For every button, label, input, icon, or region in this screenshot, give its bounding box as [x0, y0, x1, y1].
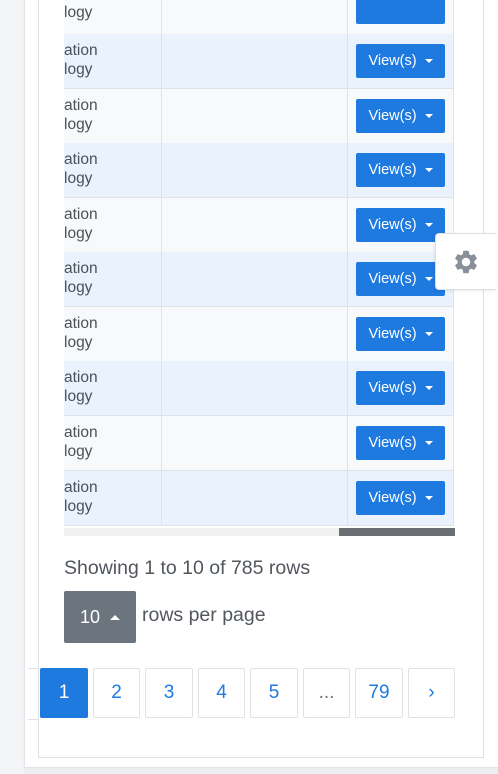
- page-2-button[interactable]: 2: [93, 668, 140, 718]
- cell-text-line: ation: [64, 424, 98, 441]
- caret-down-icon: [424, 277, 433, 281]
- views-dropdown-button[interactable]: View(s): [356, 44, 445, 78]
- views-dropdown-button[interactable]: View(s): [356, 99, 445, 133]
- caret-up-icon: [110, 614, 121, 620]
- view-button-label: View(s): [368, 162, 417, 178]
- horizontal-scrollbar-thumb[interactable]: [339, 528, 455, 536]
- cell-text-line: ation: [64, 479, 98, 496]
- pagination-summary: Showing 1 to 10 of 785 rows: [64, 557, 311, 579]
- category-cell: ation logy: [64, 479, 161, 519]
- gear-icon: [455, 250, 477, 273]
- category-cell: ation logy: [64, 424, 161, 464]
- views-dropdown-button[interactable]: View(s): [356, 262, 445, 296]
- settings-toggle[interactable]: [435, 233, 496, 290]
- view-button-label: View(s): [368, 380, 417, 396]
- view-button-label: View(s): [368, 326, 417, 342]
- category-cell: ation logy: [64, 206, 161, 246]
- views-dropdown-button-partial[interactable]: [356, 0, 445, 24]
- caret-down-icon: [424, 441, 433, 445]
- table-row: ation logy View(s): [64, 198, 454, 253]
- caret-down-icon: [424, 332, 433, 336]
- page-size-dropdown[interactable]: 10: [64, 591, 136, 643]
- cell-text-line: ation: [64, 206, 98, 223]
- table-row: ation logy View(s): [64, 361, 454, 416]
- views-dropdown-button[interactable]: View(s): [356, 153, 445, 187]
- cell-text-line: ation: [64, 369, 98, 386]
- category-cell: ation logy: [64, 151, 161, 191]
- cell-text-line: logy: [64, 278, 93, 296]
- page-previous-partial[interactable]: [28, 668, 39, 720]
- page-4-button[interactable]: 4: [198, 668, 245, 718]
- caret-down-icon: [424, 223, 433, 227]
- category-cell: ation logy: [64, 42, 161, 82]
- views-dropdown-button[interactable]: View(s): [356, 481, 445, 515]
- table-row: ation logy View(s): [64, 307, 454, 362]
- page-ellipsis: ...: [303, 668, 350, 718]
- views-dropdown-button[interactable]: View(s): [356, 208, 445, 242]
- cell-text-line: logy: [64, 387, 93, 405]
- cell-text-line: logy: [64, 115, 93, 133]
- views-dropdown-button[interactable]: View(s): [356, 317, 445, 351]
- cell-text-line: ation: [64, 260, 98, 277]
- table-row: ation logy View(s): [64, 471, 454, 526]
- page-size-value: 10: [79, 606, 101, 627]
- cell-text-line: logy: [64, 497, 93, 515]
- page-3-button[interactable]: 3: [145, 668, 193, 718]
- view-button-label: View(s): [368, 217, 417, 233]
- cell-text-line: ation: [64, 97, 98, 114]
- table-row: ation logy View(s): [64, 416, 454, 471]
- page-79-button[interactable]: 79: [355, 668, 403, 718]
- view-button-label: View(s): [368, 108, 417, 124]
- category-cell: ation logy: [64, 315, 161, 355]
- cell-text-line: ation: [64, 42, 98, 59]
- cell-text-line: logy: [64, 4, 93, 21]
- views-dropdown-button[interactable]: View(s): [356, 371, 445, 405]
- table-row: ation logy View(s): [64, 252, 454, 307]
- category-cell: ation logy: [64, 260, 161, 300]
- cell-text-line: logy: [64, 442, 93, 460]
- view-button-label: View(s): [368, 271, 417, 287]
- table-row: ation logy View(s): [64, 143, 454, 198]
- cell-text-line: logy: [64, 60, 93, 78]
- page-5-button[interactable]: 5: [250, 668, 298, 718]
- caret-down-icon: [424, 386, 433, 390]
- cell-text-line: logy: [64, 224, 93, 242]
- caret-down-icon: [424, 59, 433, 63]
- caret-down-icon: [424, 114, 433, 118]
- data-table: logy ation logy View(s) ation logy View(…: [64, 0, 454, 527]
- table-row: ation logy View(s): [64, 34, 454, 89]
- view-button-label: View(s): [368, 490, 417, 506]
- cell-text-line: ation: [64, 151, 98, 168]
- rows-per-page-label: rows per page: [142, 604, 266, 626]
- table-row: ation logy View(s): [64, 89, 454, 144]
- view-button-label: View(s): [368, 435, 417, 451]
- cell-text-line: ation: [64, 315, 98, 332]
- view-button-label: View(s): [368, 53, 417, 69]
- views-dropdown-button[interactable]: View(s): [356, 426, 445, 460]
- caret-down-icon: [424, 168, 433, 172]
- cell-text-line: logy: [64, 169, 93, 187]
- next-page-button[interactable]: ›: [408, 668, 455, 718]
- caret-down-icon: [424, 496, 433, 500]
- cell-text-line: logy: [64, 333, 93, 351]
- category-cell: ation logy: [64, 97, 161, 137]
- category-cell: ation logy: [64, 369, 161, 409]
- page-1-button[interactable]: 1: [40, 668, 88, 718]
